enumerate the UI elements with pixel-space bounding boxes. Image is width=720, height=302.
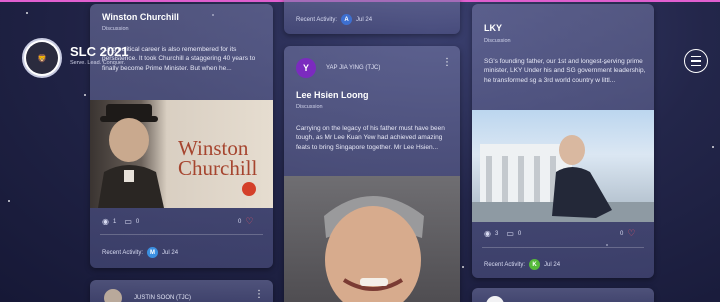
likes-count: 0: [238, 218, 242, 225]
post-category: Discussion: [484, 38, 511, 44]
post-card-bottom-right[interactable]: [472, 288, 654, 302]
eye-icon: ◉: [102, 217, 109, 226]
lky-portrait-icon: [472, 135, 654, 222]
user-avatar[interactable]: M: [147, 247, 159, 258]
comment-icon[interactable]: ▭: [506, 229, 514, 238]
likes-count: 0: [620, 230, 624, 237]
post-card-snippet[interactable]: Recent Activity: A Jul 24: [284, 0, 460, 34]
post-image-lee-hsien-loong[interactable]: [284, 176, 460, 302]
more-options-icon[interactable]: ⋮: [254, 290, 264, 300]
lion-logo-icon: 🦁: [26, 42, 58, 74]
post-card-bottom-left[interactable]: JUSTIN SOON (TJC) ⋮: [90, 280, 273, 302]
site-logo[interactable]: 🦁: [22, 38, 62, 78]
post-category: Discussion: [102, 26, 129, 32]
post-card-lee-hsien-loong[interactable]: Y YAP JIA YING (TJC) ⋮ Lee Hsien Loong D…: [284, 46, 460, 302]
recent-activity: Recent Activity: A Jul 24: [296, 14, 372, 25]
post-excerpt: SG's founding father, our 1st and longes…: [484, 58, 646, 84]
site-title[interactable]: SLC 2021: [70, 44, 129, 59]
background-star: [26, 12, 28, 14]
author-avatar[interactable]: Y: [296, 58, 316, 78]
post-category: Discussion: [296, 104, 323, 110]
background-star: [462, 266, 464, 268]
post-image-churchill[interactable]: Winston Churchill: [90, 100, 273, 208]
post-title[interactable]: Winston Churchill: [102, 12, 179, 22]
post-title[interactable]: LKY: [484, 23, 502, 33]
post-likes[interactable]: 0 ♡: [238, 216, 253, 227]
menu-button[interactable]: [684, 49, 708, 73]
recent-activity-label: Recent Activity:: [102, 249, 144, 256]
background-star: [712, 146, 714, 148]
post-image-lky[interactable]: [472, 110, 654, 222]
author-name[interactable]: JUSTIN SOON (TJC): [134, 295, 191, 301]
post-likes[interactable]: 0 ♡: [620, 228, 635, 239]
eye-icon: ◉: [484, 229, 491, 238]
heart-icon[interactable]: ♡: [627, 228, 635, 239]
comments-count: 0: [517, 230, 522, 237]
comment-icon[interactable]: ▭: [124, 217, 132, 226]
background-star: [8, 200, 10, 202]
recent-activity-label: Recent Activity:: [484, 261, 526, 268]
post-stats: ◉ 3 ▭ 0: [484, 229, 521, 238]
more-options-icon[interactable]: ⋮: [442, 58, 452, 68]
user-avatar[interactable]: A: [341, 14, 353, 25]
recent-activity: Recent Activity: K Jul 24: [484, 259, 560, 270]
image-caption-line2: Churchill: [178, 156, 258, 180]
background-star: [84, 94, 86, 96]
recent-activity-date: Jul 24: [162, 249, 179, 256]
post-card-lky[interactable]: LKY Discussion SG's founding father, our…: [472, 4, 654, 278]
lhl-portrait-icon: [324, 196, 424, 302]
author-avatar[interactable]: [486, 296, 504, 302]
user-avatar[interactable]: K: [529, 259, 541, 270]
recent-activity: Recent Activity: M Jul 24: [102, 247, 178, 258]
heart-icon[interactable]: ♡: [245, 216, 253, 227]
divider: [100, 234, 263, 235]
post-excerpt: Carrying on the legacy of his father mus…: [296, 125, 445, 151]
author-avatar[interactable]: [104, 289, 122, 302]
site-tagline: Serve. Lead. Conquer.: [70, 60, 126, 66]
author-name[interactable]: YAP JIA YING (TJC): [326, 65, 380, 71]
post-title[interactable]: Lee Hsien Loong: [296, 90, 369, 100]
publisher-logo-icon: [242, 182, 256, 196]
post-stats: ◉ 1 ▭ 0: [102, 217, 139, 226]
divider: [482, 247, 644, 248]
hamburger-menu-icon: [691, 55, 701, 68]
recent-activity-label: Recent Activity:: [296, 16, 338, 23]
recent-activity-date: Jul 24: [544, 261, 561, 268]
views-count: 1: [112, 218, 117, 225]
recent-activity-date: Jul 24: [356, 16, 373, 23]
views-count: 3: [494, 230, 499, 237]
comments-count: 0: [135, 218, 140, 225]
